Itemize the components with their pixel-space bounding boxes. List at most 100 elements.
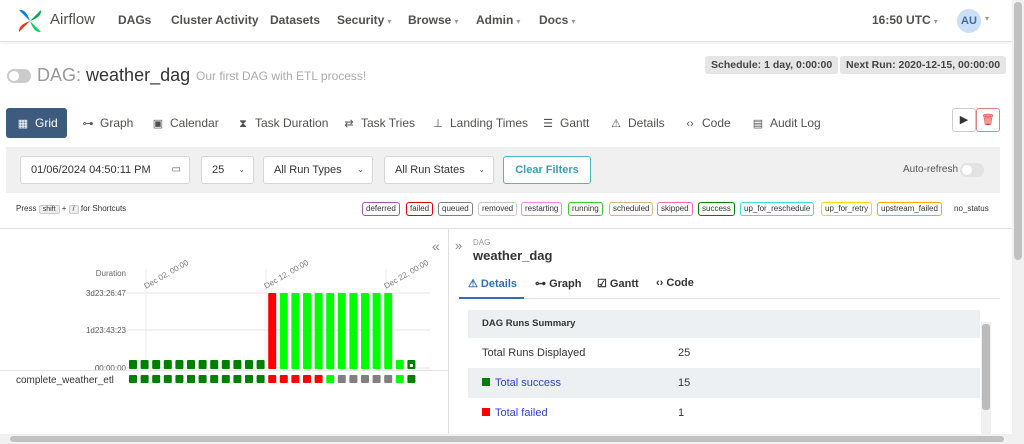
- summary-row-total-success[interactable]: Total success 15: [468, 368, 980, 398]
- dag-name: weather_dag: [86, 65, 191, 85]
- run-state-select[interactable]: All Run States ⌄: [384, 156, 494, 184]
- task-instance-square[interactable]: [326, 375, 335, 383]
- task-instance-square[interactable]: [152, 375, 161, 383]
- summary-label-link[interactable]: Total failed: [482, 398, 548, 428]
- task-instance-square[interactable]: [210, 375, 219, 383]
- nav-docs[interactable]: Docs ▾: [539, 13, 575, 27]
- legend-chip-success[interactable]: success: [698, 202, 735, 216]
- run-bar: [163, 360, 172, 369]
- tab-grid[interactable]: ▦ Grid: [6, 108, 67, 138]
- airflow-logo-icon[interactable]: [16, 7, 44, 35]
- task-instance-square[interactable]: [291, 375, 300, 383]
- nav-security[interactable]: Security ▾: [337, 13, 391, 27]
- trigger-dag-button[interactable]: ▶: [952, 108, 976, 132]
- task-instance-square[interactable]: [129, 375, 137, 383]
- task-instance-square[interactable]: [187, 375, 195, 383]
- task-name-label[interactable]: complete_weather_etl: [16, 375, 114, 386]
- user-avatar[interactable]: AU: [957, 9, 981, 33]
- task-instance-square[interactable]: [245, 375, 253, 383]
- utc-clock[interactable]: 16:50 UTC ▾: [872, 13, 938, 27]
- detail-tab-details[interactable]: ⚠ Details: [468, 277, 517, 290]
- legend-chip-up-for-retry[interactable]: up_for_retry: [821, 202, 873, 216]
- nav-security-label: Security: [337, 13, 385, 27]
- legend-chip-deferred[interactable]: deferred: [362, 202, 400, 216]
- legend-chip-failed[interactable]: failed: [406, 202, 434, 216]
- tab-landing-times[interactable]: ⊥ Landing Times: [431, 108, 528, 138]
- task-instance-square[interactable]: [221, 375, 230, 383]
- legend-chip-upstream-failed[interactable]: upstream_failed: [877, 202, 942, 216]
- task-instance-square[interactable]: [407, 375, 416, 383]
- detail-tab-gantt-label: Gantt: [609, 278, 639, 290]
- detail-tab-gantt[interactable]: ☑ Gantt: [597, 277, 639, 290]
- chevron-down-icon[interactable]: ▾: [985, 14, 989, 23]
- breadcrumb-dag-id[interactable]: weather_dag: [473, 248, 552, 263]
- task-instance-square[interactable]: [384, 375, 393, 383]
- detail-tab-details-label: Details: [480, 278, 517, 290]
- task-instance-square[interactable]: [303, 375, 311, 383]
- tab-task-tries[interactable]: ⇄ Task Tries: [342, 108, 415, 138]
- summary-link-text[interactable]: Total success: [495, 377, 561, 389]
- task-instance-square[interactable]: [175, 375, 184, 383]
- run-bar: [314, 293, 323, 369]
- task-instance-square[interactable]: [372, 375, 381, 383]
- panel-divider[interactable]: [448, 229, 449, 434]
- summary-label-link[interactable]: Total success: [482, 368, 561, 398]
- tab-task-duration[interactable]: ⧗ Task Duration: [236, 108, 328, 138]
- nav-admin[interactable]: Admin ▾: [476, 13, 520, 27]
- tab-gantt[interactable]: ☰ Gantt: [541, 108, 589, 138]
- legend-chip-running[interactable]: running: [568, 202, 603, 216]
- nav-dags[interactable]: DAGs: [118, 13, 151, 27]
- nav-datasets[interactable]: Datasets: [270, 13, 320, 27]
- run-bar: [337, 293, 346, 369]
- autorefresh-toggle[interactable]: [960, 163, 984, 177]
- expand-double-chevron-icon[interactable]: »: [455, 238, 462, 253]
- task-instance-square[interactable]: [256, 375, 265, 383]
- date-label: Dec 02, 00:00: [143, 258, 191, 291]
- task-instance-square[interactable]: [361, 375, 369, 383]
- base-date-input[interactable]: 01/06/2024 04:50:11 PM ▭: [20, 156, 190, 184]
- summary-link-text[interactable]: Total failed: [495, 407, 548, 419]
- detail-tab-code[interactable]: ‹› Code: [656, 277, 694, 289]
- tab-graph-label: Graph: [100, 116, 134, 130]
- tab-audit-log[interactable]: ▤ Audit Log: [751, 108, 821, 138]
- legend-chip-no-status[interactable]: no_status: [950, 202, 993, 216]
- page-vertical-scrollbar-thumb[interactable]: [1014, 2, 1022, 260]
- task-instance-square[interactable]: [140, 375, 149, 383]
- detail-tab-graph[interactable]: ⊶ Graph: [535, 277, 581, 290]
- delete-dag-button[interactable]: 🗑: [976, 108, 1000, 132]
- task-instance-square[interactable]: [279, 375, 288, 383]
- dag-pause-toggle[interactable]: [7, 69, 31, 83]
- page-horizontal-scrollbar-thumb[interactable]: [10, 436, 1004, 442]
- run-bar: [291, 293, 300, 369]
- task-instance-square[interactable]: [163, 375, 172, 383]
- tab-calendar[interactable]: ▣ Calendar: [151, 108, 219, 138]
- legend-chip-queued[interactable]: queued: [438, 202, 473, 216]
- legend-chip-skipped[interactable]: skipped: [657, 202, 693, 216]
- task-instance-square[interactable]: [337, 375, 346, 383]
- task-instance-square[interactable]: [198, 375, 207, 383]
- collapse-double-chevron-icon[interactable]: «: [432, 238, 440, 254]
- y-tick-label: 3d23:26:47: [86, 289, 127, 298]
- tab-details[interactable]: ⚠ Details: [609, 108, 665, 138]
- num-runs-select[interactable]: 25 ⌄: [201, 156, 254, 184]
- tab-graph[interactable]: ⊶ Graph: [81, 108, 134, 138]
- task-instance-square[interactable]: [349, 375, 358, 383]
- calendar-icon[interactable]: ▭: [172, 157, 181, 183]
- legend-chip-scheduled[interactable]: scheduled: [609, 202, 654, 216]
- clear-filters-button[interactable]: Clear Filters: [503, 156, 591, 184]
- task-instance-square[interactable]: [314, 375, 323, 383]
- legend-chip-removed[interactable]: removed: [478, 202, 518, 216]
- nav-browse[interactable]: Browse ▾: [408, 13, 458, 27]
- retry-icon: ⇄: [344, 118, 354, 130]
- summary-row-total-failed[interactable]: Total failed 1: [468, 398, 980, 428]
- tab-code[interactable]: ‹› Code: [683, 108, 730, 138]
- panel-scrollbar-thumb[interactable]: [982, 324, 990, 410]
- nav-cluster-activity[interactable]: Cluster Activity: [171, 13, 259, 27]
- task-instance-square[interactable]: [233, 375, 242, 383]
- brand-name[interactable]: Airflow: [50, 11, 95, 28]
- legend-chip-restarting[interactable]: restarting: [521, 202, 563, 216]
- task-instance-square[interactable]: [395, 375, 404, 383]
- run-type-select[interactable]: All Run Types ⌄: [263, 156, 373, 184]
- legend-chip-up-for-reschedule[interactable]: up_for_reschedule: [740, 202, 815, 216]
- task-instance-square[interactable]: [268, 375, 277, 383]
